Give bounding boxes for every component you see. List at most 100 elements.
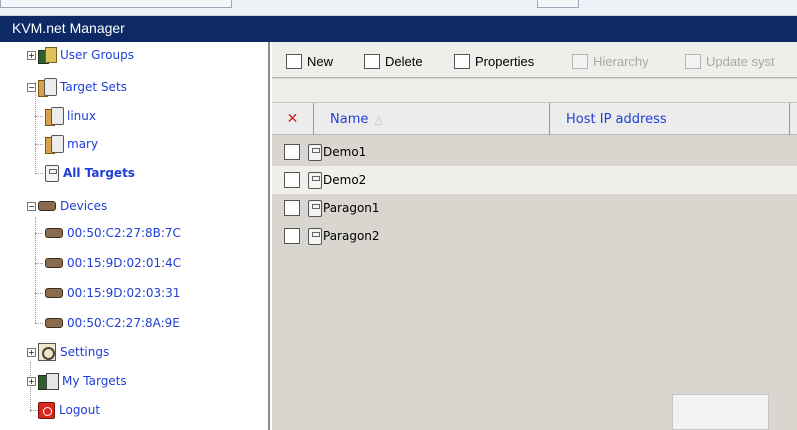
- corner-panel: [672, 394, 769, 430]
- settings-icon: [38, 343, 56, 361]
- sidebar-item-my-targets[interactable]: + My Targets: [27, 371, 127, 391]
- column-header-name[interactable]: Name △: [314, 103, 550, 135]
- row-checkbox[interactable]: [284, 144, 300, 160]
- row-name: Paragon1: [323, 201, 380, 215]
- properties-label: Properties: [475, 53, 535, 69]
- sidebar-item-label: User Groups: [60, 48, 134, 62]
- tree-connector: [35, 173, 43, 174]
- sidebar-item-settings[interactable]: + Settings: [27, 342, 109, 362]
- expand-icon[interactable]: +: [27, 376, 36, 386]
- user-groups-icon: [38, 47, 57, 64]
- sidebar-item-linux[interactable]: linux: [45, 106, 96, 126]
- sidebar-item-label: 00:15:9D:02:01:4C: [67, 256, 182, 270]
- my-targets-icon: [38, 373, 59, 390]
- sidebar-item-user-groups[interactable]: + User Groups: [27, 45, 134, 65]
- sidebar-item-mary[interactable]: mary: [45, 134, 98, 154]
- target-icon: [308, 199, 322, 217]
- sidebar-item-target-sets[interactable]: − Target Sets: [27, 77, 127, 97]
- collapse-icon[interactable]: −: [27, 82, 36, 92]
- top-strip: [0, 0, 797, 16]
- tree-connector: [35, 293, 43, 294]
- sidebar-item-devices[interactable]: − Devices: [27, 196, 107, 216]
- sidebar-item-device[interactable]: 00:50:C2:27:8B:7C: [45, 223, 181, 243]
- top-tab-right: [537, 0, 579, 8]
- row-name: Paragon2: [323, 229, 380, 243]
- tree-connector: [30, 410, 38, 411]
- sidebar-item-label: linux: [67, 109, 96, 123]
- hierarchy-button[interactable]: Hierarchy: [572, 51, 649, 71]
- target-list: Demo1 Demo2 Paragon1 Paragon2: [272, 138, 797, 250]
- row-name: Demo1: [323, 145, 367, 159]
- sidebar-item-label: 00:15:9D:02:03:31: [67, 286, 181, 300]
- target-icon: [308, 227, 322, 245]
- sidebar-item-logout[interactable]: Logout: [38, 400, 100, 420]
- table-header: ✕ Name △ Host IP address: [272, 103, 797, 135]
- tree-connector: [35, 116, 43, 117]
- sidebar-item-device[interactable]: 00:15:9D:02:01:4C: [45, 253, 181, 273]
- expand-icon[interactable]: +: [27, 50, 36, 60]
- magnifier-icon: [572, 53, 588, 69]
- sidebar-item-label: 00:50:C2:27:8B:7C: [67, 226, 181, 240]
- close-icon: ✕: [286, 111, 299, 127]
- new-icon: [286, 53, 302, 69]
- device-icon: [45, 318, 63, 328]
- target-icon: [308, 143, 322, 161]
- trash-icon: [364, 53, 380, 69]
- row-checkbox[interactable]: [284, 172, 300, 188]
- row-checkbox[interactable]: [284, 228, 300, 244]
- new-label: New: [307, 53, 334, 69]
- properties-icon: [454, 53, 470, 69]
- delete-button[interactable]: Delete: [364, 51, 423, 71]
- top-tab-left: [0, 0, 232, 8]
- target-icon: [45, 164, 59, 182]
- column-header-host-ip[interactable]: Host IP address: [550, 103, 790, 135]
- toolbar: New Delete Properties Hierarchy Update s…: [272, 42, 797, 78]
- device-icon: [38, 201, 56, 211]
- sidebar-item-label: My Targets: [62, 374, 127, 388]
- tree-connector: [35, 323, 43, 324]
- row-checkbox[interactable]: [284, 200, 300, 216]
- app-title: KVM.net Manager: [12, 20, 125, 36]
- sidebar-item-label: Logout: [59, 403, 101, 417]
- tree-connector: [35, 144, 43, 145]
- column-header-label: Host IP address: [566, 111, 667, 127]
- update-system-button[interactable]: Update syst: [685, 51, 775, 71]
- main-pane: New Delete Properties Hierarchy Update s…: [272, 42, 797, 430]
- hierarchy-label: Hierarchy: [593, 53, 649, 69]
- title-bar: KVM.net Manager: [0, 16, 797, 42]
- target-set-icon: [45, 135, 64, 154]
- sidebar-item-label: Target Sets: [60, 80, 127, 94]
- delete-label: Delete: [385, 53, 423, 69]
- table-row[interactable]: Paragon1: [272, 194, 797, 222]
- sidebar-item-label: Devices: [60, 199, 108, 213]
- tree-connector: [35, 263, 43, 264]
- sidebar-item-label: mary: [67, 137, 99, 151]
- sidebar-item-label: 00:50:C2:27:8A:9E: [67, 316, 180, 330]
- target-set-icon: [38, 78, 57, 97]
- toolbar-spacer: [272, 79, 797, 103]
- target-set-icon: [45, 107, 64, 126]
- logout-icon: [38, 401, 55, 419]
- expand-icon[interactable]: +: [27, 347, 36, 357]
- device-icon: [45, 228, 63, 238]
- device-icon: [45, 258, 63, 268]
- collapse-icon[interactable]: −: [27, 201, 36, 211]
- table-row[interactable]: Demo2: [272, 166, 797, 194]
- tree-connector: [35, 233, 43, 234]
- sort-ascending-icon: △: [374, 112, 383, 126]
- device-icon: [45, 288, 63, 298]
- target-icon: [308, 171, 322, 189]
- sidebar-item-device[interactable]: 00:15:9D:02:03:31: [45, 283, 180, 303]
- table-row[interactable]: Paragon2: [272, 222, 797, 250]
- delete-marker-header[interactable]: ✕: [272, 103, 314, 135]
- table-row[interactable]: Demo1: [272, 138, 797, 166]
- properties-button[interactable]: Properties: [454, 51, 534, 71]
- sidebar-tree: + User Groups − Target Sets linux mary A…: [0, 42, 270, 430]
- update-label: Update syst: [706, 53, 775, 69]
- column-header-label: Name: [330, 111, 369, 127]
- sidebar-item-label: Settings: [60, 345, 110, 359]
- sidebar-item-all-targets[interactable]: All Targets: [45, 163, 135, 183]
- new-button[interactable]: New: [286, 51, 333, 71]
- row-name: Demo2: [323, 173, 367, 187]
- sidebar-item-device[interactable]: 00:50:C2:27:8A:9E: [45, 313, 180, 333]
